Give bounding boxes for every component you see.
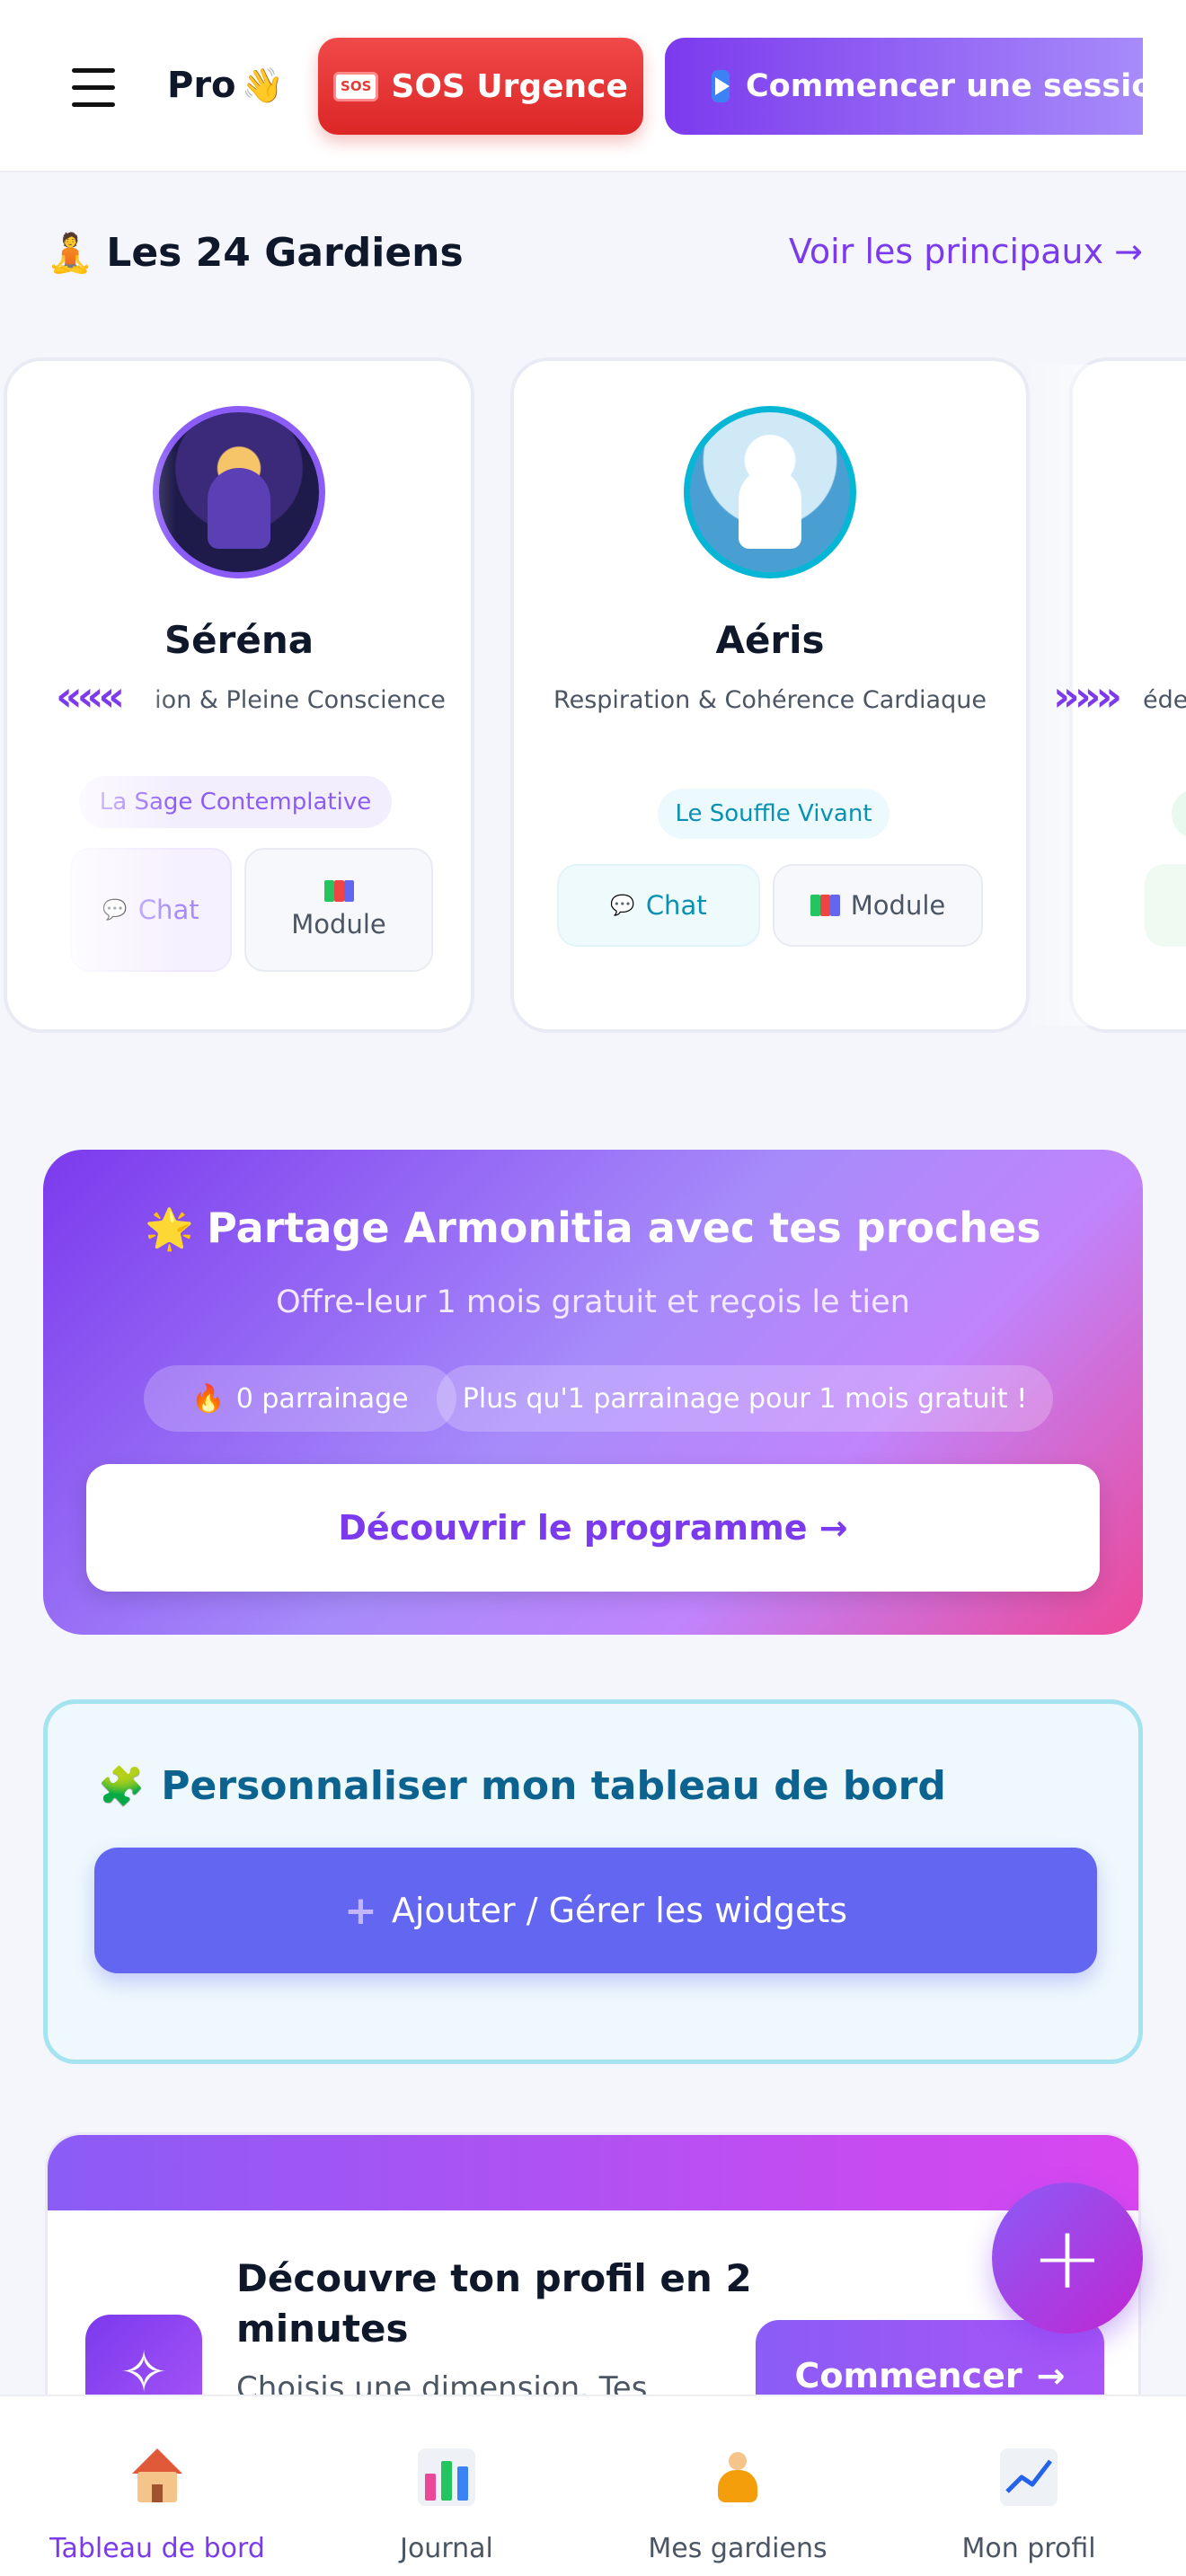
menu-icon[interactable] [72,68,115,108]
referral-title-text: Partage Armonitia avec tes proches [207,1204,1041,1252]
module-label: Module [291,909,386,940]
customize-title: 🧩 Personnaliser mon tableau de bord [98,1763,946,1809]
plus-icon: + [343,1887,377,1934]
manage-widgets-button[interactable]: + Ajouter / Gérer les widgets [94,1848,1097,1973]
brand-label: Pro [167,65,236,106]
meditation-icon: 🧘 [47,231,94,275]
nav-item-dashboard[interactable]: Tableau de bord [9,2396,305,2576]
carousel-prev-icon[interactable]: ««« [56,672,125,720]
guardian-avatar-aeris [684,406,856,578]
guardian-module-button[interactable]: Module [244,848,433,972]
profile-discovery-title: Découvre ton profil en 2 minutes [236,2256,752,2351]
guardian-description: Respiration & Cohérence Cardiaque [553,686,987,714]
nav-label: Tableau de bord [49,2533,265,2564]
referral-hint-badge: Plus qu'1 parrainage pour 1 mois gratuit… [437,1365,1053,1432]
nav-label: Mon profil [961,2533,1096,2564]
books-icon [323,880,354,902]
arrow-right-icon: → [1036,2356,1066,2395]
books-icon [810,895,840,916]
meditation-icon [709,2448,766,2506]
guardian-name: Aéris [715,618,825,662]
brand: Pro 👋 [167,65,284,106]
guardian-chat-button[interactable]: 💬 Chat [557,864,760,947]
sos-urgence-button[interactable]: SOS SOS Urgence [318,38,643,135]
guardian-avatar-serena [153,406,325,578]
start-session-button[interactable]: Commencer une session [665,38,1143,135]
see-main-guardians-link[interactable]: Voir les principaux → [789,232,1143,271]
guardian-tag [1172,789,1186,839]
guardian-tag: Le Souffle Vivant [658,789,890,839]
chat-bubble-icon: 💬 [610,894,635,917]
start-profile-label: Commencer [794,2356,1022,2395]
guardian-chat-button[interactable]: 💬 [1145,864,1186,947]
referral-count: 0 parrainage [235,1382,409,1415]
puzzle-icon: 🧩 [98,1764,146,1808]
chat-label: Chat [645,890,707,921]
nav-label: Journal [400,2533,493,2564]
referral-card: 🌟 Partage Armonitia avec tes proches Offr… [43,1150,1143,1635]
star-icon: 🌟 [145,1206,195,1252]
wave-icon: 👋 [241,66,284,105]
carousel-next-icon[interactable]: »»» [1053,672,1122,720]
guardians-title: 🧘 Les 24 Gardiens [47,230,464,276]
play-icon [712,70,730,102]
sos-icon: SOS [333,71,379,101]
bar-chart-icon [418,2448,475,2506]
guardians-carousel[interactable]: Séréna ion & Pleine Conscience La Sage C… [0,357,1186,1040]
floating-add-button[interactable]: + [992,2183,1143,2333]
house-icon [128,2448,186,2506]
manage-widgets-label: Ajouter / Gérer les widgets [391,1891,848,1930]
customize-title-text: Personnaliser mon tableau de bord [161,1763,946,1809]
nav-item-guardians[interactable]: Mes gardiens [589,2396,886,2576]
discover-program-button[interactable]: Découvrir le programme → [86,1464,1100,1592]
profile-card-banner [48,2135,1138,2210]
guardians-title-text: Les 24 Gardiens [106,230,464,276]
guardians-header: 🧘 Les 24 Gardiens Voir les principaux → [47,225,1143,287]
module-label: Module [850,890,946,921]
guardian-module-button[interactable]: Module [773,864,983,947]
trend-chart-icon [1000,2448,1058,2506]
fire-icon: 🔥 [191,1382,226,1415]
referral-count-badge: 🔥 0 parrainage [144,1365,456,1432]
customize-dashboard-card: 🧩 Personnaliser mon tableau de bord + Ajo… [43,1699,1143,2064]
top-header: Pro 👋 SOS SOS Urgence Commencer une sessi… [0,0,1186,172]
sos-button-label: SOS Urgence [391,67,628,105]
referral-subtitle: Offre-leur 1 mois gratuit et reçois le t… [276,1284,910,1320]
nav-item-journal[interactable]: Journal [298,2396,595,2576]
nav-item-profile[interactable]: Mon profil [881,2396,1177,2576]
start-session-label: Commencer une session [746,68,1143,104]
nav-label: Mes gardiens [648,2533,828,2564]
bottom-navigation: Tableau de bord Journal Mes gardiens Mon… [0,2395,1186,2576]
referral-title: 🌟 Partage Armonitia avec tes proches [43,1204,1143,1252]
guardian-card-aeris[interactable]: Aéris Respiration & Cohérence Cardiaque … [510,357,1030,1033]
